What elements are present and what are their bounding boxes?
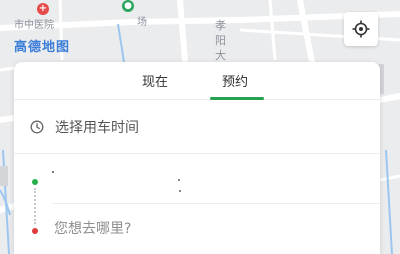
ride-booking-panel: 现在 预约 选择用车时间 您想去哪里? bbox=[14, 62, 380, 254]
tab-bar: 现在 预约 bbox=[14, 62, 380, 100]
street-label: 孝阳大 bbox=[215, 19, 226, 62]
destination-dot bbox=[32, 228, 38, 234]
locate-crosshair-icon bbox=[352, 20, 370, 38]
poi-hospital-label[interactable]: 市中医院 bbox=[14, 16, 54, 31]
start-location-field[interactable] bbox=[52, 162, 372, 202]
hospital-pin-icon[interactable]: + bbox=[37, 3, 49, 15]
locate-button[interactable] bbox=[344, 12, 378, 46]
select-time-row[interactable]: 选择用车时间 bbox=[14, 100, 380, 154]
tab-reserve[interactable]: 预约 bbox=[222, 71, 248, 90]
start-location-dot bbox=[32, 179, 38, 185]
map-logo: 高德地图 bbox=[14, 40, 71, 55]
destination-input[interactable]: 您想去哪里? bbox=[54, 218, 131, 238]
address-section: 您想去哪里? bbox=[14, 154, 380, 254]
clock-icon bbox=[30, 120, 44, 133]
select-time-label: 选择用车时间 bbox=[55, 119, 139, 136]
field-divider bbox=[52, 203, 380, 204]
park-pin-icon[interactable]: ● bbox=[122, 0, 134, 12]
tab-now[interactable]: 现在 bbox=[142, 71, 168, 90]
poi-park-label[interactable]: 场 bbox=[137, 13, 147, 28]
route-connector bbox=[34, 188, 36, 224]
